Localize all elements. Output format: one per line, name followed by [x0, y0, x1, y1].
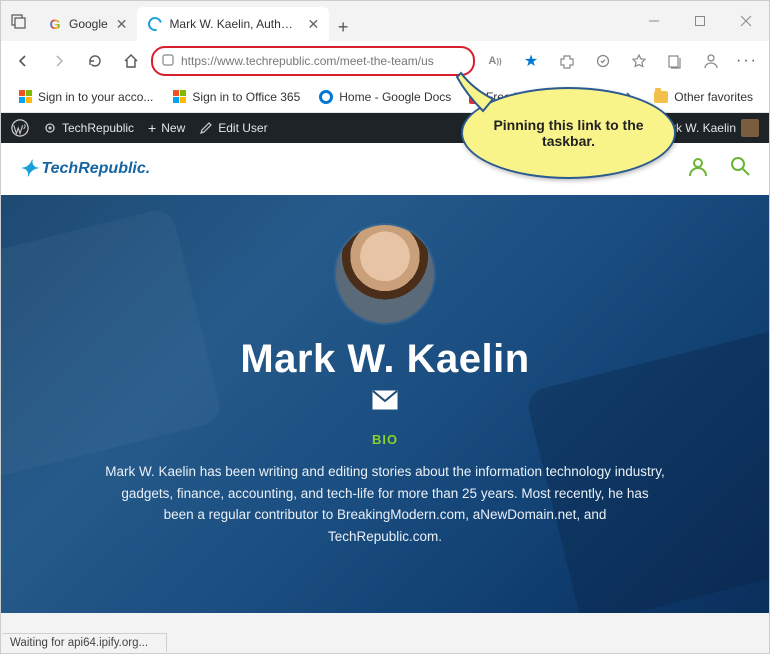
- tab-title: Mark W. Kaelin, Author at TechR: [169, 17, 299, 31]
- brand-text: TechRepublic.: [41, 160, 150, 178]
- folder-icon: [653, 89, 669, 105]
- pencil-icon: [199, 121, 213, 135]
- tab-google[interactable]: G Google ✕: [37, 7, 137, 41]
- sync-button[interactable]: [587, 45, 619, 77]
- address-bar[interactable]: https://www.techrepublic.com/meet-the-te…: [151, 46, 475, 76]
- status-bar: Waiting for api64.ipify.org...: [2, 633, 167, 652]
- home-button[interactable]: [115, 45, 147, 77]
- close-window-button[interactable]: [723, 5, 769, 37]
- bookmark-label: Sign in to Office 365: [192, 90, 300, 104]
- bookmark-item[interactable]: Sign in to Office 365: [163, 85, 308, 109]
- email-author-button[interactable]: [1, 390, 769, 416]
- close-tab-icon[interactable]: ✕: [116, 16, 128, 33]
- collections-button[interactable]: [659, 45, 691, 77]
- extensions-button[interactable]: [551, 45, 583, 77]
- wp-site-link[interactable]: TechRepublic: [43, 121, 134, 135]
- author-hero: Mark W. Kaelin BIO Mark W. Kaelin has be…: [1, 195, 769, 613]
- toolbar: https://www.techrepublic.com/meet-the-te…: [1, 41, 769, 81]
- tab-actions-button[interactable]: [1, 3, 37, 39]
- bookmark-label: Other favorites: [674, 90, 753, 104]
- site-logo[interactable]: ✦ TechRepublic.: [19, 156, 150, 182]
- titlebar: G Google ✕ Mark W. Kaelin, Author at Tec…: [1, 1, 769, 41]
- author-avatar: [336, 225, 434, 323]
- minimize-button[interactable]: [631, 5, 677, 37]
- callout-text: Pinning this link to the taskbar.: [485, 117, 652, 149]
- bio-heading: BIO: [1, 432, 769, 447]
- favorites-button[interactable]: [623, 45, 655, 77]
- bookmark-label: Home - Google Docs: [339, 90, 451, 104]
- techrepublic-favicon-icon: [147, 16, 163, 32]
- search-icon[interactable]: [729, 155, 751, 183]
- wp-edit-label: Edit User: [218, 121, 267, 135]
- maximize-button[interactable]: [677, 5, 723, 37]
- tab-title: Google: [69, 17, 108, 31]
- wp-logo-button[interactable]: [11, 119, 29, 137]
- site-info-icon[interactable]: [161, 53, 175, 70]
- wp-new-label: New: [161, 121, 185, 135]
- author-name: Mark W. Kaelin: [1, 337, 769, 382]
- bookmark-item[interactable]: Home - Google Docs: [310, 85, 459, 109]
- wp-site-label: TechRepublic: [62, 121, 134, 135]
- bio-text: Mark W. Kaelin has been writing and edit…: [85, 461, 685, 547]
- url-text: https://www.techrepublic.com/meet-the-te…: [181, 54, 465, 68]
- favorite-star-icon[interactable]: ★: [515, 45, 547, 77]
- new-tab-button[interactable]: +: [329, 13, 357, 41]
- wp-edit-user-button[interactable]: Edit User: [199, 121, 267, 135]
- tab-strip: G Google ✕ Mark W. Kaelin, Author at Tec…: [37, 1, 631, 41]
- settings-menu-button[interactable]: ···: [731, 45, 763, 77]
- close-tab-icon[interactable]: ✕: [307, 16, 319, 33]
- forward-button[interactable]: [43, 45, 75, 77]
- logo-swirl-icon: ✦: [19, 156, 37, 182]
- tab-techrepublic[interactable]: Mark W. Kaelin, Author at TechR ✕: [137, 7, 329, 41]
- google-favicon-icon: G: [47, 16, 63, 32]
- account-icon[interactable]: [687, 155, 709, 183]
- window-controls: [631, 5, 769, 37]
- profile-button[interactable]: [695, 45, 727, 77]
- microsoft-icon: [17, 89, 33, 105]
- user-avatar-icon: [741, 119, 759, 137]
- bookmark-label: Sign in to your acco...: [38, 90, 153, 104]
- microsoft-icon: [171, 89, 187, 105]
- refresh-button[interactable]: [79, 45, 111, 77]
- other-favorites-button[interactable]: Other favorites: [645, 85, 761, 109]
- wp-new-button[interactable]: + New: [148, 120, 185, 136]
- docs-icon: [318, 89, 334, 105]
- plus-icon: +: [148, 120, 156, 136]
- site-header-actions: [687, 155, 751, 183]
- bookmark-item[interactable]: Sign in to your acco...: [9, 85, 161, 109]
- back-button[interactable]: [7, 45, 39, 77]
- status-text: Waiting for api64.ipify.org...: [10, 637, 148, 649]
